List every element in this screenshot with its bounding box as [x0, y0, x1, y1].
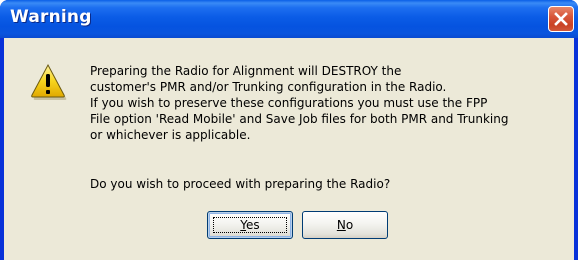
window-title: Warning: [10, 7, 92, 27]
close-button[interactable]: [548, 6, 574, 32]
yes-button[interactable]: Yes: [207, 211, 293, 239]
title-bar[interactable]: Warning: [0, 0, 578, 38]
close-icon: [554, 12, 568, 26]
yes-button-label: Yes: [240, 218, 260, 232]
confirm-question: Do you wish to proceed with preparing th…: [90, 177, 391, 191]
warning-icon: [31, 63, 67, 100]
warning-message: Preparing the Radio for Alignment will D…: [90, 64, 509, 142]
warning-dialog: Warning Preparing the Radio for Alignmen…: [0, 0, 578, 260]
no-button[interactable]: No: [302, 211, 388, 239]
dialog-body: Preparing the Radio for Alignment will D…: [4, 38, 574, 260]
no-button-label: No: [336, 218, 354, 232]
